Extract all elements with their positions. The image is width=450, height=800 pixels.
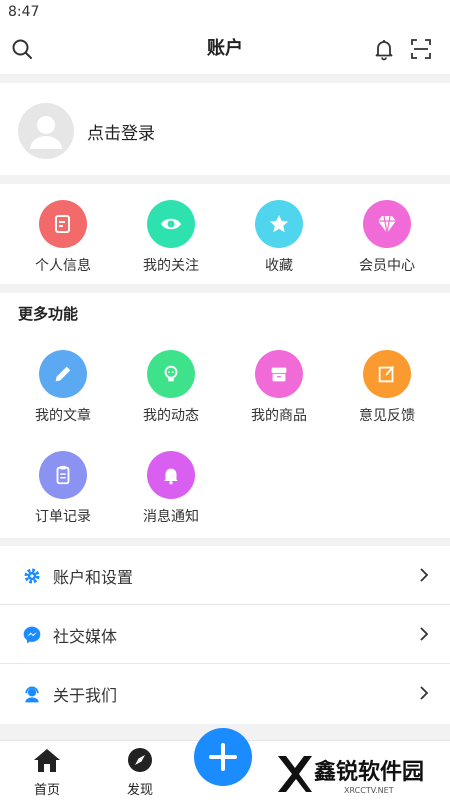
star-icon bbox=[269, 214, 289, 233]
notifications-circle bbox=[147, 451, 195, 499]
feedback-icon bbox=[378, 366, 395, 383]
favorites-circle bbox=[255, 200, 303, 248]
settings-list: 账户和设置 社交媒体 关于我们 bbox=[0, 546, 450, 724]
bell-icon[interactable] bbox=[372, 37, 396, 61]
eye-icon bbox=[161, 218, 181, 230]
feature-label: 消息通知 bbox=[143, 509, 199, 525]
feedback-circle bbox=[363, 350, 411, 398]
orders-circle bbox=[39, 451, 87, 499]
feature-my-products[interactable]: 我的商品 bbox=[225, 350, 333, 425]
quick-item-profile[interactable]: 个人信息 bbox=[9, 200, 117, 275]
quick-item-follow[interactable]: 我的关注 bbox=[117, 200, 225, 275]
tab-label: 首页 bbox=[33, 783, 60, 798]
feature-label: 我的文章 bbox=[35, 408, 91, 424]
user-placeholder-icon bbox=[30, 116, 62, 149]
chevron-right-icon bbox=[420, 568, 429, 582]
watermark: 鑫锐软件园 XRCCTV.NET bbox=[272, 748, 450, 800]
login-link[interactable]: 点击登录 bbox=[87, 119, 155, 144]
quick-label: 收藏 bbox=[265, 258, 293, 274]
add-button[interactable] bbox=[194, 728, 252, 786]
scan-icon[interactable] bbox=[409, 37, 433, 61]
edit-note-icon bbox=[55, 215, 70, 233]
status-time: 8:47 bbox=[8, 4, 40, 20]
pencil-icon bbox=[55, 366, 71, 382]
quick-label: 个人信息 bbox=[35, 258, 91, 274]
follow-circle bbox=[147, 200, 195, 248]
tab-home[interactable]: 首页 bbox=[17, 747, 77, 798]
home-icon bbox=[34, 749, 60, 772]
tab-label: 发现 bbox=[126, 783, 153, 798]
login-card[interactable]: 点击登录 bbox=[0, 83, 450, 175]
top-bar: 账户 bbox=[0, 24, 450, 74]
section-title: 更多功能 bbox=[18, 305, 79, 323]
box-icon bbox=[271, 367, 287, 382]
bulb-icon bbox=[164, 365, 178, 382]
feature-my-moments[interactable]: 我的动态 bbox=[117, 350, 225, 425]
feature-label: 我的商品 bbox=[251, 408, 307, 424]
support-agent-icon bbox=[25, 686, 39, 703]
tab-discover[interactable]: 发现 bbox=[110, 747, 170, 798]
list-item-about-us[interactable]: 关于我们 bbox=[0, 664, 450, 723]
quick-item-favorites[interactable]: 收藏 bbox=[225, 200, 333, 275]
list-item-social-media[interactable]: 社交媒体 bbox=[0, 605, 450, 664]
products-circle bbox=[255, 350, 303, 398]
feature-orders[interactable]: 订单记录 bbox=[9, 451, 117, 526]
chevron-right-icon bbox=[420, 686, 429, 700]
watermark-subtext: XRCCTV.NET bbox=[344, 786, 394, 795]
feature-label: 意见反馈 bbox=[359, 408, 415, 424]
feature-notifications[interactable]: 消息通知 bbox=[117, 451, 225, 526]
gear-icon bbox=[24, 568, 40, 584]
list-item-label: 关于我们 bbox=[53, 686, 118, 705]
feature-my-articles[interactable]: 我的文章 bbox=[9, 350, 117, 425]
plus-icon bbox=[209, 743, 237, 771]
quick-label: 会员中心 bbox=[359, 258, 415, 274]
list-item-account-settings[interactable]: 账户和设置 bbox=[0, 546, 450, 605]
feature-feedback[interactable]: 意见反馈 bbox=[333, 350, 441, 425]
messenger-icon bbox=[23, 626, 41, 644]
list-item-label: 账户和设置 bbox=[53, 568, 134, 587]
watermark-logo-icon bbox=[278, 756, 312, 792]
vip-circle bbox=[363, 200, 411, 248]
moments-circle bbox=[147, 350, 195, 398]
clipboard-icon bbox=[56, 465, 70, 485]
watermark-text: 鑫锐软件园 bbox=[314, 760, 425, 785]
quick-item-vip[interactable]: 会员中心 bbox=[333, 200, 441, 275]
avatar[interactable] bbox=[18, 103, 74, 159]
quick-label: 我的关注 bbox=[143, 258, 199, 274]
status-bar: 8:47 bbox=[0, 0, 450, 24]
chevron-right-icon bbox=[420, 627, 429, 641]
list-item-label: 社交媒体 bbox=[53, 627, 118, 646]
more-features: 更多功能 我的文章 我的动态 我的商品 意见反馈 订单记录 消息通知 bbox=[0, 293, 450, 538]
diamond-icon bbox=[378, 215, 396, 234]
bell-icon bbox=[164, 468, 178, 485]
quick-actions: 个人信息 我的关注 收藏 会员中心 bbox=[0, 184, 450, 284]
feature-label: 我的动态 bbox=[143, 408, 199, 424]
articles-circle bbox=[39, 350, 87, 398]
profile-circle bbox=[39, 200, 87, 248]
compass-icon bbox=[128, 748, 152, 772]
feature-label: 订单记录 bbox=[35, 509, 91, 525]
